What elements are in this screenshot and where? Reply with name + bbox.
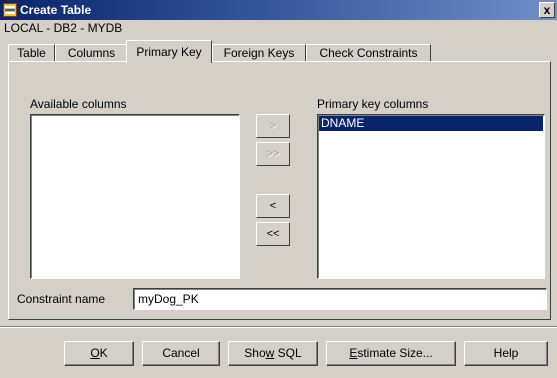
table-icon bbox=[3, 3, 17, 17]
ok-button[interactable]: OK bbox=[64, 341, 134, 366]
add-column-button[interactable]: > bbox=[256, 114, 290, 138]
cancel-button[interactable]: Cancel bbox=[142, 341, 220, 366]
remove-column-button[interactable]: < bbox=[256, 194, 290, 218]
available-columns-list[interactable] bbox=[30, 114, 240, 279]
add-all-columns-button[interactable]: >> bbox=[256, 142, 290, 166]
show-sql-button[interactable]: Show SQL bbox=[228, 341, 318, 366]
constraint-name-field[interactable]: myDog_PK bbox=[133, 288, 547, 310]
constraint-name-label: Constraint name bbox=[17, 292, 106, 306]
estimate-size-button[interactable]: Estimate Size... bbox=[326, 341, 456, 366]
list-item[interactable]: DNAME bbox=[319, 116, 543, 131]
connection-path: LOCAL - DB2 - MYDB bbox=[4, 21, 123, 35]
close-button[interactable]: x bbox=[539, 2, 555, 18]
available-columns-label: Available columns bbox=[30, 97, 127, 111]
divider bbox=[0, 327, 557, 328]
primary-key-columns-list[interactable]: DNAME bbox=[317, 114, 545, 279]
tab-columns[interactable]: Columns bbox=[55, 44, 128, 62]
tab-check-constraints[interactable]: Check Constraints bbox=[306, 44, 431, 62]
primary-key-columns-label: Primary key columns bbox=[317, 97, 429, 111]
title-bar[interactable]: Create Table x bbox=[0, 0, 557, 20]
tab-primary-key[interactable]: Primary Key bbox=[126, 40, 212, 63]
tab-table[interactable]: Table bbox=[8, 44, 55, 62]
tab-foreign-keys[interactable]: Foreign Keys bbox=[212, 44, 306, 62]
remove-all-columns-button[interactable]: << bbox=[256, 222, 290, 246]
close-icon: x bbox=[543, 3, 551, 17]
help-button[interactable]: Help bbox=[464, 341, 548, 366]
primary-key-panel: Available columns > >> < << Primary key … bbox=[8, 61, 551, 320]
window-title: Create Table bbox=[20, 3, 92, 17]
